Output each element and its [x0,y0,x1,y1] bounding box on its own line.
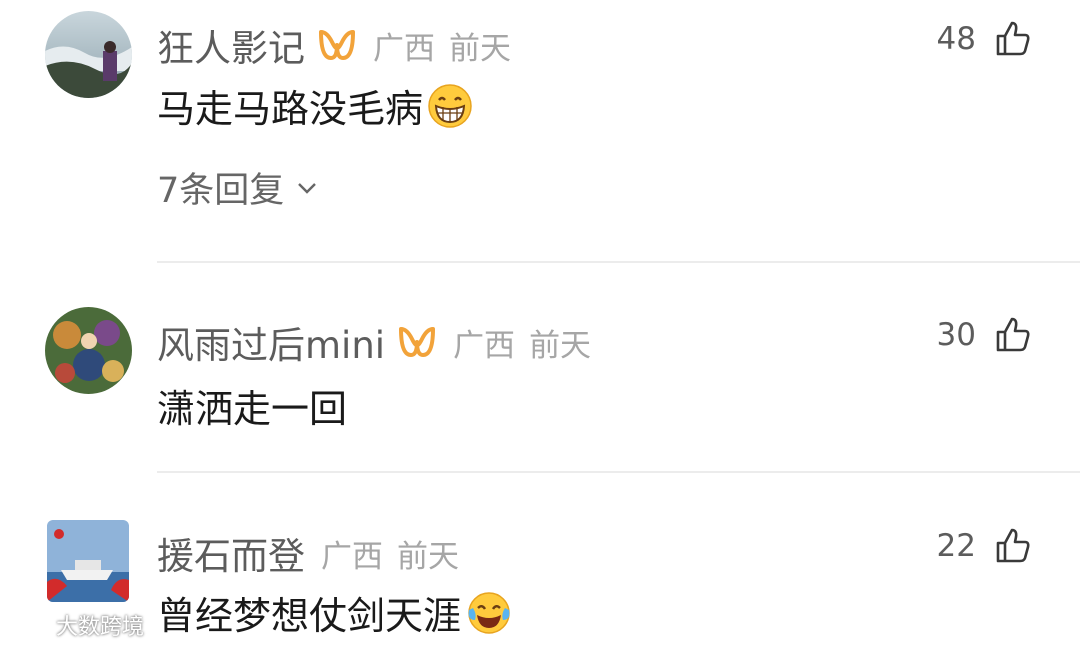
timestamp: 前天 [529,327,592,364]
like-count: 22 [936,528,976,564]
like-count: 48 [936,21,976,57]
laughing-tears-face-icon [468,591,510,634]
avatar[interactable] [47,520,129,602]
comment-text: 马走马路没毛病 [157,78,473,133]
location: 广西 [453,327,516,364]
divider [157,471,1080,473]
grinning-face-icon [428,83,472,128]
comment-text: 曾经梦想仗剑天涯 [157,585,511,640]
watermark: 大数跨境 [8,609,144,641]
like-button[interactable]: 30 [937,316,1032,354]
timestamp: 前天 [397,538,459,575]
vip-badge-icon [319,30,355,60]
like-count: 30 [936,317,976,353]
avatar[interactable] [45,307,132,394]
avatar[interactable] [45,11,132,98]
timestamp: 前天 [449,30,511,67]
brand-logo-icon [10,615,51,635]
location: 广西 [321,538,383,575]
view-replies-button[interactable]: 7条回复 [157,162,318,213]
username[interactable]: 援石而登 广西 前天 [157,526,459,580]
comment-text: 潇洒走一回 [157,387,348,431]
like-button[interactable]: 48 [937,20,1032,58]
thumbs-up-icon [996,21,1030,56]
username[interactable]: 狂人影记 广西 前天 [157,18,511,72]
location: 广西 [373,30,435,67]
username[interactable]: 风雨过后mini 广西 前天 [157,315,591,369]
thumbs-up-icon [996,528,1030,563]
divider [157,261,1080,263]
thumbs-up-icon [996,317,1030,352]
chevron-down-icon [298,182,317,194]
vip-badge-icon [399,327,436,357]
like-button[interactable]: 22 [937,527,1032,565]
